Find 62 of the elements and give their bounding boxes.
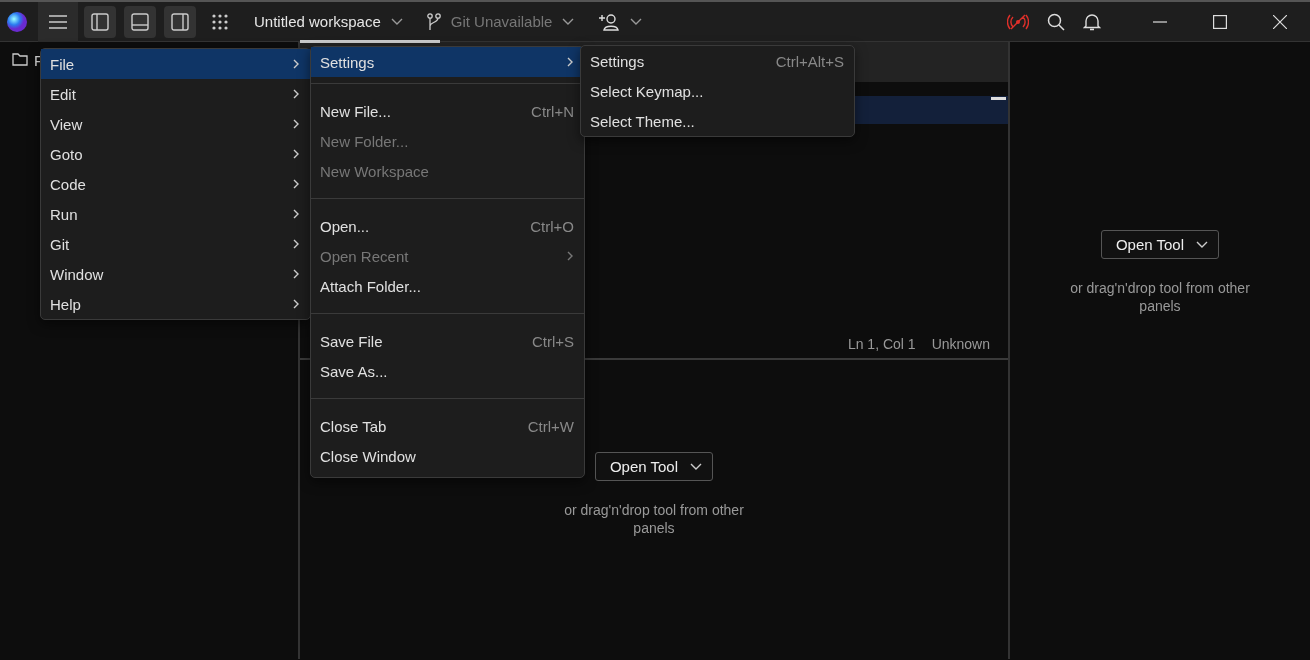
chevron-right-icon bbox=[292, 208, 300, 220]
menu-item[interactable]: File bbox=[41, 49, 310, 79]
menu-item[interactable]: Window bbox=[41, 259, 310, 289]
menu-item[interactable]: New File... Ctrl+N bbox=[311, 96, 584, 126]
app-logo bbox=[6, 10, 28, 33]
chevron-right-icon bbox=[292, 148, 300, 160]
menu-item[interactable]: Select Keymap... bbox=[581, 76, 854, 106]
search-icon[interactable] bbox=[1047, 12, 1065, 31]
add-person-icon bbox=[598, 12, 621, 31]
cursor-position: Ln 1, Col 1 bbox=[847, 336, 916, 352]
menu-item[interactable]: Git bbox=[41, 229, 310, 259]
menu-item[interactable]: Close Tab Ctrl+W bbox=[311, 411, 584, 441]
menu-button[interactable] bbox=[38, 1, 78, 42]
menu-icon bbox=[49, 14, 67, 29]
panel-layout-icon bbox=[131, 12, 149, 31]
panel-toggle-button[interactable] bbox=[84, 5, 116, 38]
menu-item[interactable]: Edit bbox=[41, 79, 310, 109]
git-dropdown[interactable]: Git Unavailable bbox=[426, 12, 575, 31]
menu-item[interactable]: Run bbox=[41, 199, 310, 229]
chevron-right-icon bbox=[292, 298, 300, 310]
close-icon bbox=[1273, 14, 1287, 29]
menu-item[interactable]: Goto bbox=[41, 139, 310, 169]
menu-item[interactable]: Attach Folder... bbox=[311, 271, 584, 301]
maximize-icon bbox=[1213, 14, 1227, 29]
menu-item[interactable]: Save As... bbox=[311, 356, 584, 386]
add-user-button[interactable] bbox=[598, 12, 643, 31]
chevron-down-icon bbox=[1196, 240, 1209, 249]
menu-item[interactable]: Open... Ctrl+O bbox=[311, 211, 584, 241]
chevron-right-icon bbox=[292, 88, 300, 100]
dot-grid-icon bbox=[212, 13, 228, 30]
chevron-down-icon bbox=[630, 17, 643, 26]
chevron-right-icon bbox=[292, 268, 300, 280]
menu-item[interactable]: Settings Ctrl+Alt+S bbox=[581, 46, 854, 76]
chevron-right-icon bbox=[292, 178, 300, 190]
scroll-marker bbox=[991, 97, 1006, 100]
panel-layout-icon bbox=[171, 12, 189, 31]
chevron-right-icon bbox=[292, 58, 300, 70]
panel-layout-icon bbox=[91, 12, 109, 31]
panel-toggle-button[interactable] bbox=[124, 5, 156, 38]
menu-item[interactable]: View bbox=[41, 109, 310, 139]
menu-item[interactable]: Close Window bbox=[311, 441, 584, 471]
chevron-right-icon bbox=[292, 118, 300, 130]
chevron-down-icon bbox=[690, 462, 703, 471]
menu-item[interactable]: Save File Ctrl+S bbox=[311, 326, 584, 356]
panel-toggle-button[interactable] bbox=[164, 5, 196, 38]
menu-item[interactable]: Select Theme... bbox=[581, 106, 854, 136]
branch-icon bbox=[426, 12, 441, 31]
drop-hint: or drag'n'drop tool from other panels bbox=[563, 501, 745, 537]
chevron-down-icon bbox=[562, 17, 575, 26]
bell-icon[interactable] bbox=[1083, 12, 1101, 31]
open-tool-button[interactable]: Open Tool bbox=[1100, 230, 1220, 259]
broadcast-off-icon[interactable] bbox=[1007, 13, 1029, 30]
open-tool-button[interactable]: Open Tool bbox=[594, 452, 714, 481]
chevron-down-icon bbox=[390, 17, 403, 26]
drop-hint: or drag'n'drop tool from other panels bbox=[1069, 279, 1251, 315]
folder-icon bbox=[12, 52, 28, 66]
workspace-dropdown[interactable]: Untitled workspace bbox=[254, 13, 403, 30]
menu-item[interactable]: Help bbox=[41, 289, 310, 319]
chevron-right-icon bbox=[292, 238, 300, 250]
menu-item[interactable]: Code bbox=[41, 169, 310, 199]
minimize-icon bbox=[1153, 20, 1167, 23]
language-mode: Unknown bbox=[931, 336, 990, 352]
